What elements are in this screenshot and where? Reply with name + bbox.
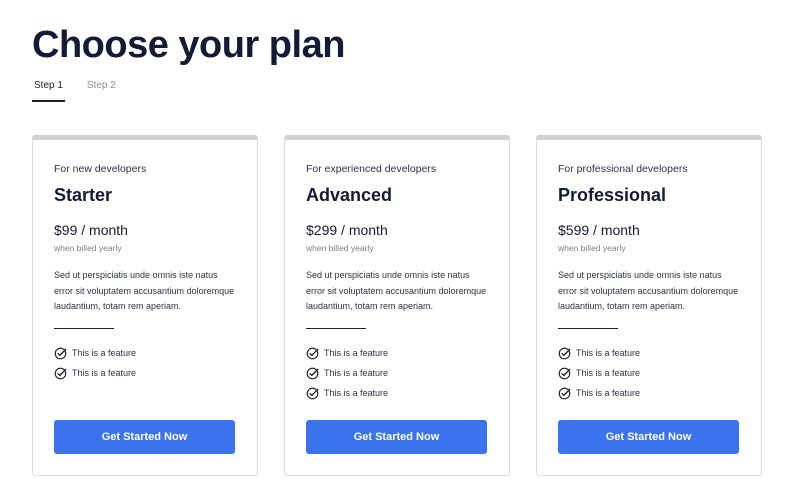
plan-name: Starter	[54, 185, 113, 205]
divider	[54, 328, 114, 329]
billing-note: when billed yearly	[558, 243, 626, 253]
check-circle-icon	[306, 387, 319, 399]
feature-label: This is a feature	[324, 348, 389, 358]
plan-audience: For experienced developers	[306, 163, 437, 175]
check-circle-icon	[54, 367, 67, 379]
feature-label: This is a feature	[576, 388, 641, 398]
feature-item: This is a feature	[54, 343, 136, 363]
get-started-button[interactable]: Get Started Now	[306, 420, 487, 454]
check-circle-icon	[54, 347, 67, 359]
check-circle-icon	[558, 387, 571, 399]
feature-list: This is a feature This is a feature This…	[306, 343, 388, 403]
plan-card-advanced: For experienced developers Advanced $299…	[284, 135, 510, 476]
feature-item: This is a feature	[306, 383, 388, 403]
tab-step-2[interactable]: Step 2	[85, 78, 118, 102]
plan-card-professional: For professional developers Professional…	[536, 135, 762, 476]
feature-item: This is a feature	[558, 363, 640, 383]
tab-step-1[interactable]: Step 1	[32, 78, 65, 102]
feature-list: This is a feature This is a feature	[54, 343, 136, 383]
feature-label: This is a feature	[72, 368, 137, 378]
plan-price: $299 / month	[306, 222, 388, 238]
check-circle-icon	[558, 367, 571, 379]
get-started-button[interactable]: Get Started Now	[558, 420, 739, 454]
billing-note: when billed yearly	[306, 243, 374, 253]
plan-price: $599 / month	[558, 222, 640, 238]
plan-description: Sed ut perspiciatis unde omnis iste natu…	[54, 270, 235, 311]
plan-card-starter: For new developers Starter $99 / month w…	[32, 135, 258, 476]
plan-audience: For new developers	[54, 163, 147, 175]
feature-label: This is a feature	[576, 348, 641, 358]
billing-note: when billed yearly	[54, 243, 122, 253]
plan-price: $99 / month	[54, 222, 128, 238]
get-started-button[interactable]: Get Started Now	[54, 420, 235, 454]
divider	[558, 328, 618, 329]
plan-description: Sed ut perspiciatis unde omnis iste natu…	[558, 270, 739, 311]
check-circle-icon	[558, 347, 571, 359]
plan-description: Sed ut perspiciatis unde omnis iste natu…	[306, 270, 487, 311]
check-circle-icon	[306, 367, 319, 379]
feature-list: This is a feature This is a feature This…	[558, 343, 640, 403]
feature-label: This is a feature	[72, 348, 137, 358]
feature-label: This is a feature	[324, 368, 389, 378]
step-tabs: Step 1 Step 2	[32, 78, 118, 102]
feature-label: This is a feature	[576, 368, 641, 378]
page-title: Choose your plan	[32, 24, 345, 66]
plan-name: Professional	[558, 185, 667, 205]
feature-item: This is a feature	[306, 363, 388, 383]
feature-item: This is a feature	[54, 363, 136, 383]
feature-item: This is a feature	[558, 383, 640, 403]
feature-item: This is a feature	[558, 343, 640, 363]
feature-label: This is a feature	[324, 388, 389, 398]
feature-item: This is a feature	[306, 343, 388, 363]
divider	[306, 328, 366, 329]
plan-name: Advanced	[306, 185, 393, 205]
plan-audience: For professional developers	[558, 163, 688, 175]
check-circle-icon	[306, 347, 319, 359]
